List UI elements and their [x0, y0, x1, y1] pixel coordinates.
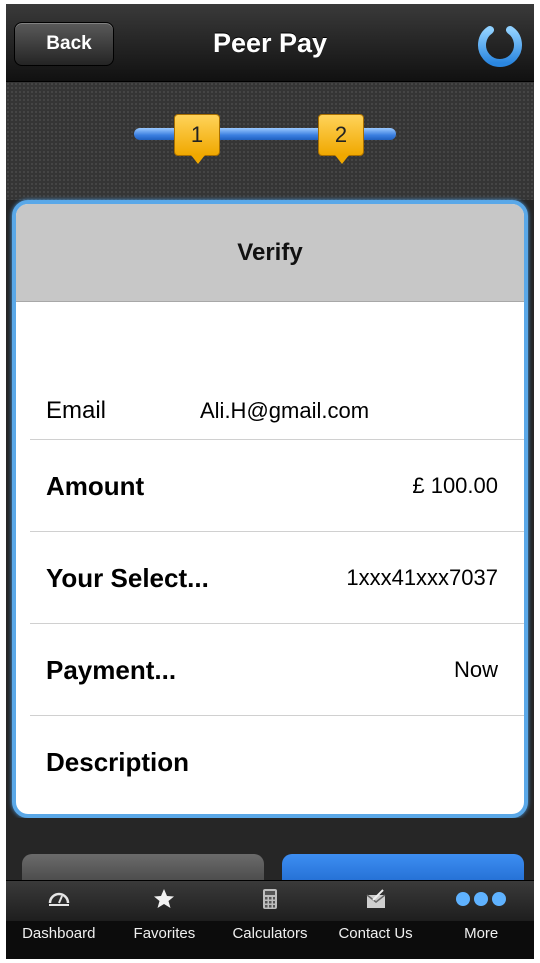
card-header: Verify — [16, 204, 524, 302]
gauge-icon — [45, 885, 73, 913]
star-icon — [150, 885, 178, 913]
tab-more-label: More — [464, 925, 499, 942]
selected-account-row: Your Select... 1xxx41xxx7037 — [30, 532, 524, 624]
verify-card: Verify Email Ali.H@gmail.com Amount £ 10… — [12, 200, 528, 818]
selected-account-label: Your Select... — [46, 563, 209, 593]
verify-details-list: Email Ali.H@gmail.com Amount £ 100.00 Yo… — [16, 302, 524, 808]
step-2-badge: 2 — [318, 114, 364, 164]
tab-calculators-label: Calculators — [232, 925, 308, 942]
description-label: Description — [46, 747, 190, 777]
email-row: Email Ali.H@gmail.com — [30, 374, 524, 440]
description-row: Description — [30, 716, 524, 808]
payment-row: Payment... Now — [30, 624, 524, 716]
payment-label: Payment... — [46, 655, 177, 685]
email-label: Email — [46, 397, 107, 424]
payment-value: Now — [453, 657, 498, 682]
tab-dashboard-label: Dashboard — [22, 925, 96, 942]
amount-row: Amount £ 100.00 — [30, 440, 524, 532]
calculator-icon — [256, 885, 284, 913]
tab-bar: Dashboard Favorites Calculators Contact … — [6, 880, 534, 959]
selected-account-value: 1xxx41xxx7037 — [346, 565, 498, 590]
back-button[interactable]: Back — [14, 22, 114, 66]
navigation-bar: Peer Pay Back — [6, 4, 534, 82]
mail-icon — [362, 885, 390, 913]
email-value: Ali.H@gmail.com — [200, 398, 370, 423]
tab-calculators[interactable]: Calculators — [217, 881, 323, 959]
tab-favorites[interactable]: Favorites — [112, 881, 218, 959]
tab-more[interactable]: More — [428, 881, 534, 959]
amount-value: £ 100.00 — [412, 473, 498, 498]
back-button-label: Back — [46, 33, 92, 54]
tab-dashboard[interactable]: Dashboard — [6, 881, 112, 959]
step-1-badge: 1 — [174, 114, 220, 164]
app-screen: Peer Pay Back 1 2 Verify Email Ali.H@gma… — [6, 4, 534, 959]
tab-contact-us-label: Contact Us — [338, 925, 413, 942]
tab-favorites-label: Favorites — [133, 925, 196, 942]
tab-contact-us[interactable]: Contact Us — [323, 881, 429, 959]
power-icon[interactable] — [472, 16, 528, 72]
action-buttons-area — [6, 818, 534, 894]
progress-stepper: 1 2 — [6, 82, 534, 200]
amount-label: Amount — [46, 471, 145, 501]
more-dots-icon — [451, 885, 511, 913]
